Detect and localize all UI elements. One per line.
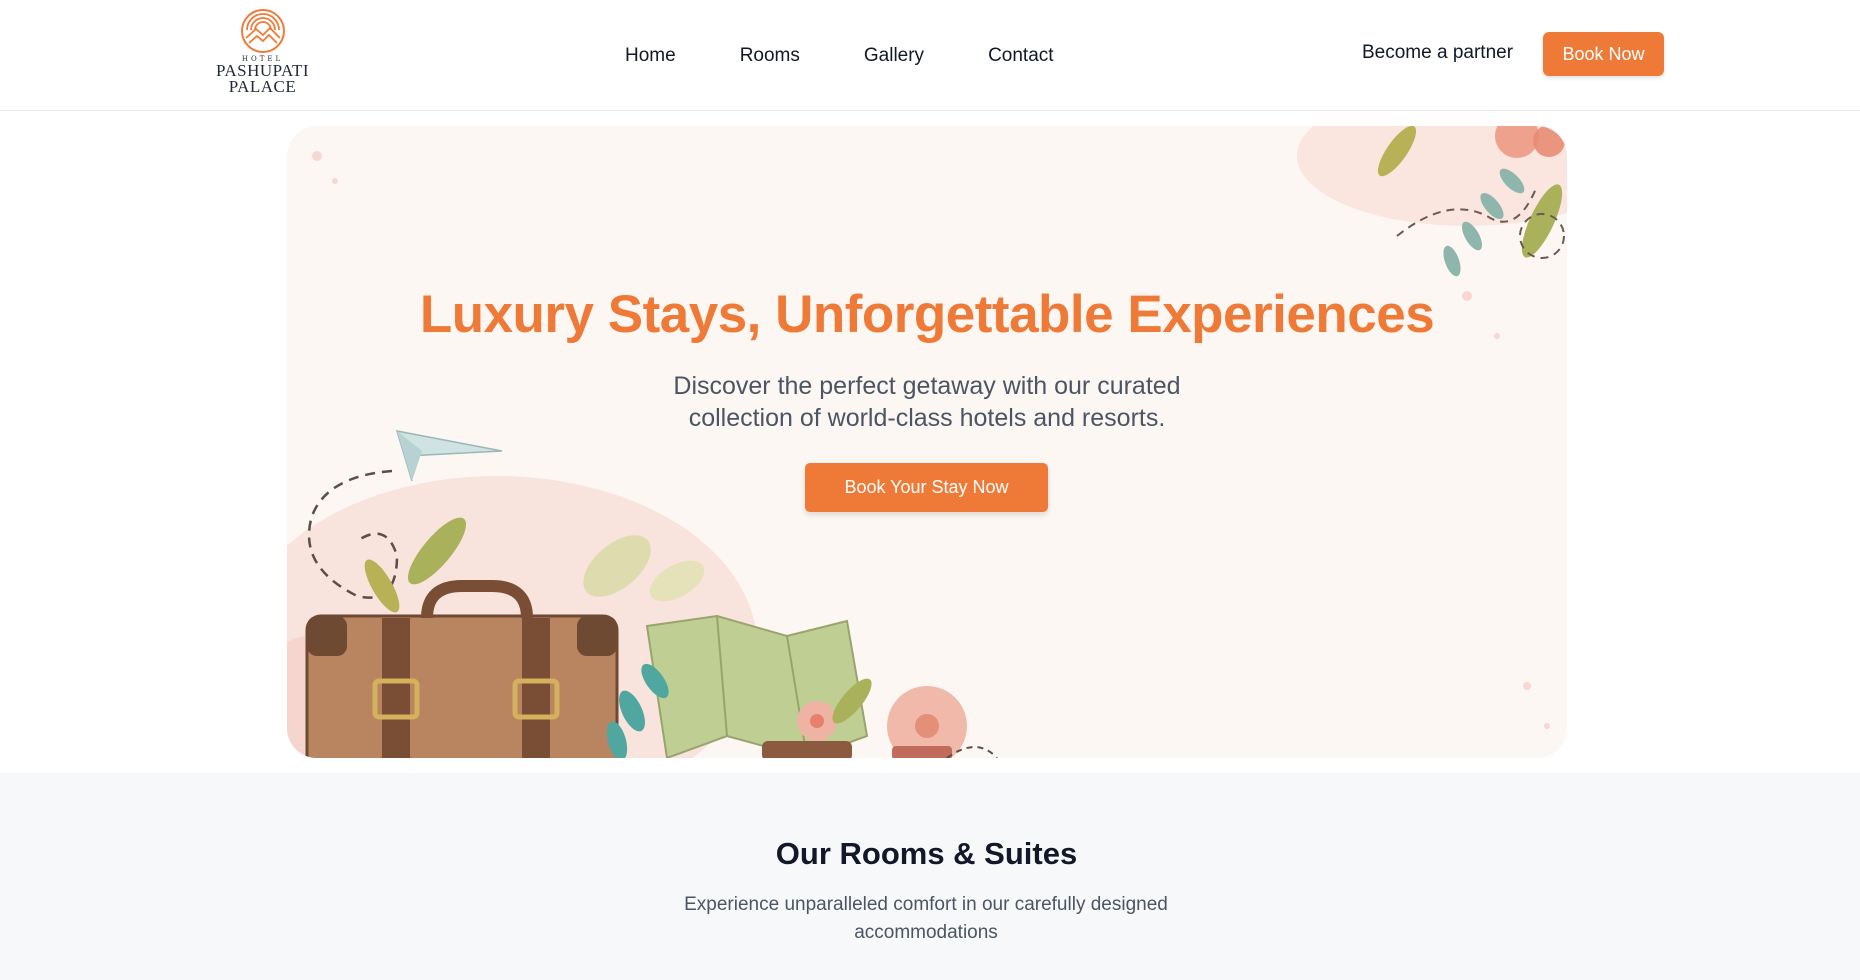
logo-name-line2: PALACE <box>228 77 297 96</box>
site-header: HOTEL PASHUPATI PALACE Home Rooms Galler… <box>0 0 1860 111</box>
hero-subtitle-line1: Discover the perfect getaway with our cu… <box>673 372 1181 400</box>
main-nav: Home Rooms Gallery Contact <box>625 0 1118 111</box>
hotel-logo[interactable]: HOTEL PASHUPATI PALACE <box>210 8 315 100</box>
hero-subtitle-line2: collection of world-class hotels and res… <box>688 404 1166 432</box>
book-now-button[interactable]: Book Now <box>1543 32 1664 76</box>
nav-link-rooms[interactable]: Rooms <box>740 45 800 67</box>
hero-banner: Luxury Stays, Unforgettable Experiences … <box>287 126 1567 758</box>
rooms-subtitle-line2: accommodations <box>854 922 998 943</box>
rooms-section-subtitle: Experience unparalleled comfort in our c… <box>656 891 1196 947</box>
become-partner-link[interactable]: Become a partner <box>1362 42 1513 64</box>
rooms-section-title: Our Rooms & Suites <box>775 836 1078 871</box>
nav-link-gallery[interactable]: Gallery <box>864 45 924 67</box>
hero-subtitle: Discover the perfect getaway with our cu… <box>627 370 1227 434</box>
rooms-section: Our Rooms & Suites Experience unparallel… <box>0 773 1860 980</box>
rooms-subtitle-line1: Experience unparalleled comfort in our c… <box>684 894 1168 915</box>
mountain-sun-logo-icon <box>240 9 285 53</box>
hero-title: Luxury Stays, Unforgettable Experiences <box>419 285 1435 344</box>
book-your-stay-button[interactable]: Book Your Stay Now <box>805 463 1048 512</box>
hero-illustration <box>287 126 1567 758</box>
nav-link-home[interactable]: Home <box>625 45 676 67</box>
paper-plane-icon <box>395 430 503 482</box>
nav-link-contact[interactable]: Contact <box>988 45 1053 67</box>
